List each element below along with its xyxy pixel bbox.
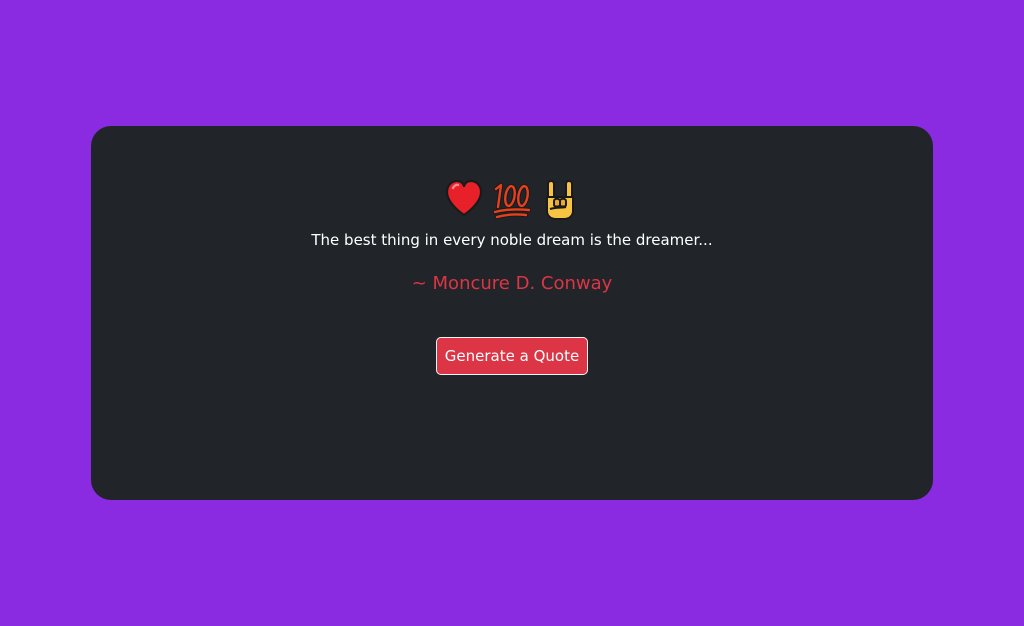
generate-quote-button[interactable]: Generate a Quote (436, 337, 588, 375)
quote-card: The best thing in every noble dream is t… (91, 126, 933, 500)
heart-icon (445, 179, 483, 217)
emoji-row (91, 176, 933, 222)
hundred-points-icon (492, 182, 532, 220)
quote-author: ~ Moncure D. Conway (411, 273, 613, 294)
sign-of-the-horns-icon (546, 180, 574, 220)
quote-text: The best thing in every noble dream is t… (311, 231, 713, 249)
